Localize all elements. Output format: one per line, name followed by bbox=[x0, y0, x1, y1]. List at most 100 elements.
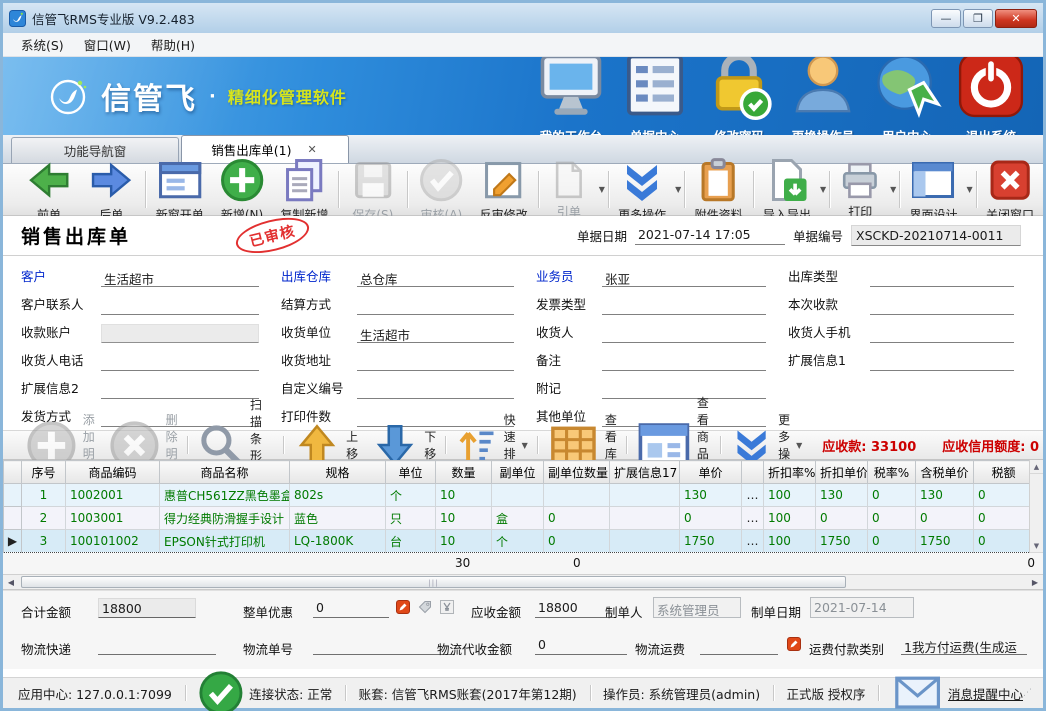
banner-action-user-center[interactable]: 用户中心 bbox=[869, 57, 945, 135]
toolbar-button-printer[interactable]: 打印 bbox=[832, 167, 888, 213]
grid-cell[interactable]: 得力经典防滑握手设计 bbox=[160, 507, 290, 530]
row-marker[interactable] bbox=[4, 484, 22, 507]
column-header[interactable]: 扩展信息17 bbox=[610, 461, 680, 484]
column-header[interactable]: 税率% bbox=[868, 461, 916, 484]
grid-cell[interactable]: 802s bbox=[290, 484, 386, 507]
grid-cell[interactable]: 0 bbox=[868, 507, 916, 530]
grid-cell[interactable]: 3 bbox=[22, 530, 66, 553]
grid-cell[interactable]: 130 bbox=[916, 484, 974, 507]
banner-action-password[interactable]: 修改密码 bbox=[701, 57, 777, 135]
form-field[interactable] bbox=[870, 268, 1014, 287]
column-header[interactable]: 商品编码 bbox=[66, 461, 160, 484]
toolbar-button-chevrons[interactable]: 更多操作 bbox=[611, 167, 673, 213]
freight-field[interactable] bbox=[700, 635, 778, 655]
dropdown-arrow-icon[interactable]: ▼ bbox=[890, 185, 896, 194]
vscroll-up-arrow-icon[interactable]: ▲ bbox=[1030, 460, 1043, 474]
column-header[interactable] bbox=[742, 461, 764, 484]
vscroll-down-arrow-icon[interactable]: ▼ bbox=[1030, 539, 1043, 553]
form-field[interactable] bbox=[602, 324, 766, 343]
grid-cell[interactable]: 1002001 bbox=[66, 484, 160, 507]
grid-row[interactable]: 11002001惠普CH561ZZ黑色墨盒802s个10130…10013001… bbox=[4, 484, 1034, 507]
form-field[interactable] bbox=[870, 296, 1014, 315]
order-discount-field[interactable]: 0 bbox=[313, 598, 389, 618]
row-ellipsis-button[interactable]: … bbox=[742, 484, 764, 507]
form-field[interactable] bbox=[101, 296, 259, 315]
grid-cell[interactable] bbox=[492, 484, 544, 507]
grid-cell[interactable]: LQ-1800K bbox=[290, 530, 386, 553]
form-field[interactable] bbox=[602, 296, 766, 315]
round-off-icon[interactable] bbox=[439, 599, 455, 615]
form-field[interactable] bbox=[101, 352, 259, 371]
toolbar-button-layout[interactable]: 界面设计 bbox=[902, 167, 964, 213]
receivable-amount-field[interactable]: 18800 bbox=[535, 598, 615, 618]
grid-cell[interactable]: 0 bbox=[816, 507, 868, 530]
form-label-link[interactable]: 客户 bbox=[21, 266, 101, 287]
grid-cell[interactable]: 100 bbox=[764, 484, 816, 507]
grid-cell[interactable] bbox=[544, 484, 610, 507]
grid-row[interactable]: 21003001得力经典防滑握手设计蓝色只10盒00…1000000 bbox=[4, 507, 1034, 530]
grid-cell[interactable]: 2 bbox=[22, 507, 66, 530]
dropdown-arrow-icon[interactable]: ▼ bbox=[599, 185, 605, 194]
column-header[interactable]: 数量 bbox=[436, 461, 492, 484]
toolbar-button-close-red[interactable]: 关闭窗口 bbox=[979, 167, 1041, 213]
form-field[interactable] bbox=[357, 352, 514, 371]
minimize-button[interactable]: — bbox=[931, 9, 961, 28]
grid-cell[interactable]: 1 bbox=[22, 484, 66, 507]
form-label-link[interactable]: 业务员 bbox=[536, 266, 602, 287]
grid-cell[interactable]: 10 bbox=[436, 484, 492, 507]
column-header[interactable]: 折扣率% bbox=[764, 461, 816, 484]
column-header[interactable]: 含税单价 bbox=[916, 461, 974, 484]
grid-cell[interactable]: 1003001 bbox=[66, 507, 160, 530]
grid-cell[interactable]: 0 bbox=[868, 484, 916, 507]
grid-cell[interactable]: 惠普CH561ZZ黑色墨盒 bbox=[160, 484, 290, 507]
tracking-no-field[interactable] bbox=[313, 635, 455, 655]
row-ellipsis-button[interactable]: … bbox=[742, 507, 764, 530]
banner-action-exit[interactable]: 退出系统 bbox=[953, 57, 1029, 135]
grid-vscrollbar[interactable]: ▲▼ bbox=[1029, 460, 1043, 553]
grid-cell[interactable]: 0 bbox=[974, 507, 1034, 530]
grid-cell[interactable]: 台 bbox=[386, 530, 436, 553]
logistics-field[interactable] bbox=[98, 635, 216, 655]
edit-discount-icon[interactable] bbox=[395, 599, 411, 615]
grid-cell[interactable]: 个 bbox=[492, 530, 544, 553]
form-field[interactable] bbox=[357, 296, 514, 315]
grid-cell[interactable] bbox=[610, 530, 680, 553]
row-marker[interactable]: ▶ bbox=[4, 530, 22, 553]
hscroll-left-arrow-icon[interactable]: ◀ bbox=[3, 575, 19, 589]
grid-cell[interactable]: 0 bbox=[544, 530, 610, 553]
grid-cell[interactable] bbox=[610, 507, 680, 530]
toolbar-button-arrow-right[interactable]: 后单 bbox=[80, 167, 142, 213]
menu-item[interactable]: 窗口(W) bbox=[74, 32, 141, 57]
grid-cell[interactable]: 蓝色 bbox=[290, 507, 386, 530]
dropdown-arrow-icon[interactable]: ▼ bbox=[820, 185, 826, 194]
form-field[interactable] bbox=[357, 380, 514, 399]
hscroll-thumb[interactable] bbox=[21, 576, 846, 588]
edit-freight-icon[interactable] bbox=[786, 636, 802, 652]
column-header[interactable]: 折扣单价 bbox=[816, 461, 868, 484]
grid-cell[interactable]: 1750 bbox=[816, 530, 868, 553]
grid-cell[interactable]: 130 bbox=[680, 484, 742, 507]
form-field[interactable] bbox=[870, 352, 1014, 371]
form-label-link[interactable]: 出库仓库 bbox=[281, 266, 357, 287]
menu-item[interactable]: 帮助(H) bbox=[141, 32, 205, 57]
toolbar-button-clipboard[interactable]: 附件资料 bbox=[687, 167, 749, 213]
form-field[interactable] bbox=[870, 324, 1014, 343]
form-field[interactable]: 生活超市 bbox=[101, 268, 259, 287]
grid-cell[interactable]: 100101002 bbox=[66, 530, 160, 553]
price-tag-icon[interactable] bbox=[417, 599, 433, 615]
close-button[interactable]: ✕ bbox=[995, 9, 1037, 28]
grid-cell[interactable]: 10 bbox=[436, 507, 492, 530]
banner-action-workbench[interactable]: 我的工作台 bbox=[533, 57, 609, 135]
row-ellipsis-button[interactable]: … bbox=[742, 530, 764, 553]
form-field[interactable]: 总仓库 bbox=[357, 268, 514, 287]
status-link[interactable]: 消息提醒中心 bbox=[892, 667, 1023, 711]
column-header[interactable]: 商品名称 bbox=[160, 461, 290, 484]
grid-cell[interactable]: 100 bbox=[764, 507, 816, 530]
grid-cell[interactable]: 盒 bbox=[492, 507, 544, 530]
grid-cell[interactable]: 1750 bbox=[680, 530, 742, 553]
dropdown-arrow-icon[interactable]: ▼ bbox=[675, 185, 681, 194]
toolbar-button-window-new[interactable]: 新窗开单 bbox=[149, 167, 211, 213]
toolbar-button-plus-green[interactable]: 新增(N) bbox=[211, 167, 273, 213]
grid-cell[interactable]: 个 bbox=[386, 484, 436, 507]
maximize-button[interactable]: ❐ bbox=[963, 9, 993, 28]
